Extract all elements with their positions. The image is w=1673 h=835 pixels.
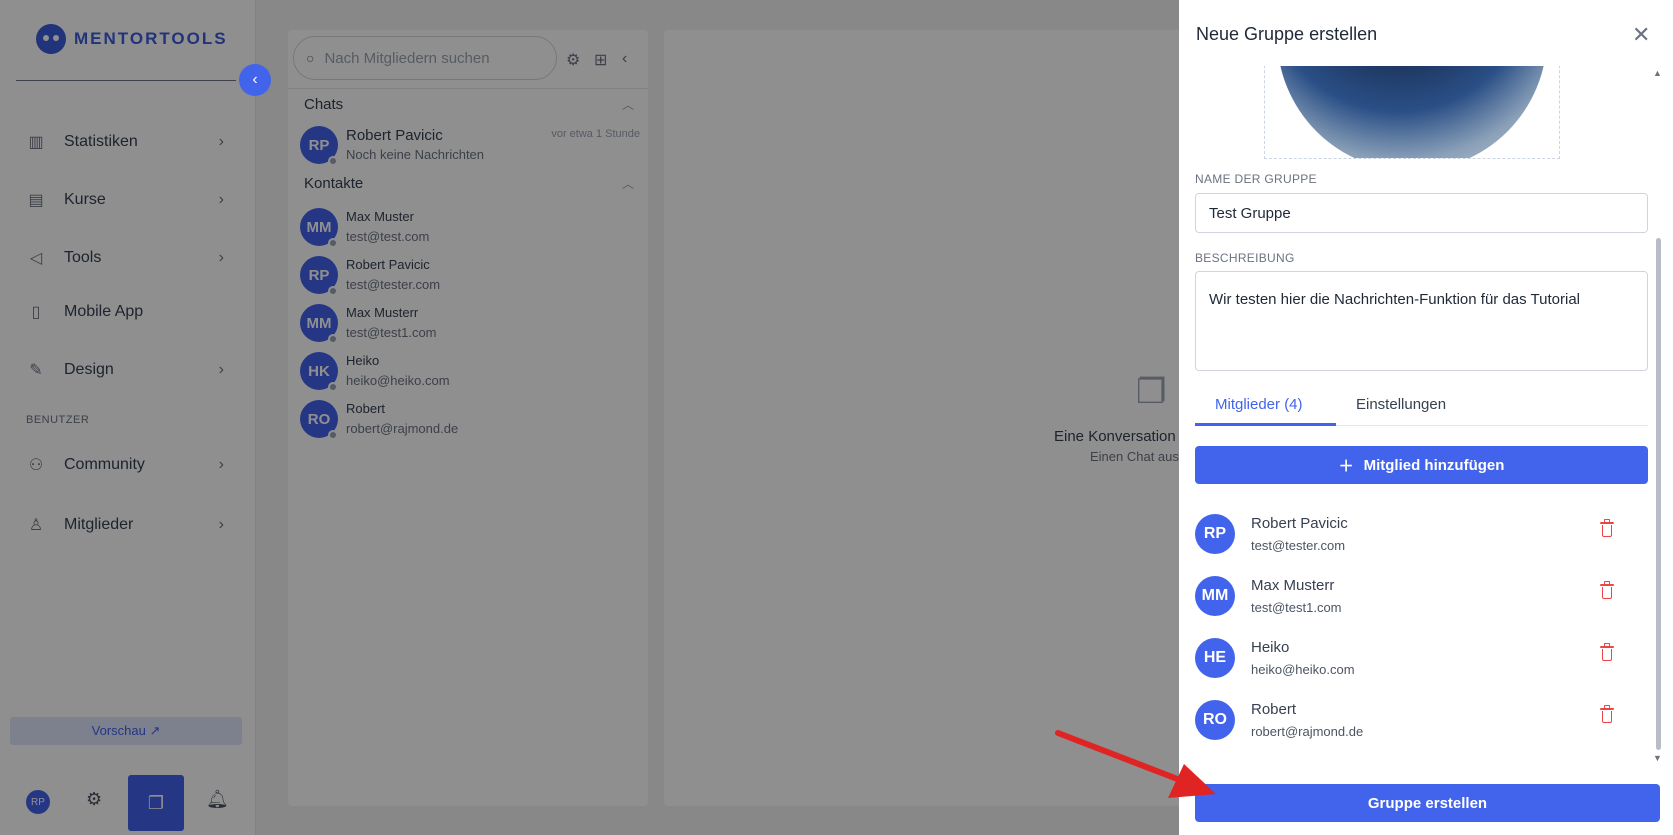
add-member-label: Mitglied hinzufügen — [1363, 456, 1505, 474]
member-row: RO Robert robert@rajmond.de — [1195, 698, 1635, 742]
add-member-button[interactable]: ＋ Mitglied hinzufügen — [1195, 446, 1648, 484]
trash-icon[interactable] — [1600, 581, 1614, 600]
member-email: robert@rajmond.de — [1251, 724, 1364, 739]
scroll-down-arrow[interactable]: ▼ — [1653, 753, 1662, 763]
trash-icon[interactable] — [1600, 519, 1614, 538]
trash-icon[interactable] — [1600, 705, 1614, 724]
member-name: Max Musterr — [1251, 577, 1335, 594]
close-icon[interactable]: ✕ — [1632, 22, 1650, 48]
trash-icon[interactable] — [1600, 643, 1614, 662]
tab-settings[interactable]: Einstellungen — [1356, 396, 1446, 413]
scroll-up-arrow[interactable]: ▲ — [1653, 68, 1662, 78]
annotation-arrow — [1055, 730, 1216, 798]
create-group-drawer: Neue Gruppe erstellen ✕ NAME DER GRUPPE … — [1179, 0, 1673, 835]
create-group-button[interactable]: Gruppe erstellen — [1195, 784, 1660, 822]
member-row: RP Robert Pavicic test@tester.com — [1195, 512, 1635, 556]
description-label: BESCHREIBUNG — [1195, 251, 1295, 265]
sidebar-collapse-button[interactable]: ‹ — [239, 64, 271, 96]
group-name-label: NAME DER GRUPPE — [1195, 172, 1317, 186]
member-email: test@tester.com — [1251, 538, 1346, 553]
description-textarea[interactable]: Wir testen hier die Nachrichten-Funktion… — [1195, 271, 1648, 371]
member-email: test@test1.com — [1251, 600, 1342, 615]
member-name: Heiko — [1251, 639, 1290, 656]
member-name: Robert Pavicic — [1251, 515, 1348, 532]
group-name-input[interactable]: Test Gruppe — [1195, 193, 1648, 233]
active-tab-indicator — [1195, 423, 1336, 426]
drawer-title: Neue Gruppe erstellen — [1196, 24, 1378, 44]
scrollbar[interactable] — [1656, 238, 1661, 750]
plus-icon: ＋ — [1338, 457, 1354, 475]
avatar: MM — [1195, 576, 1235, 616]
member-name: Robert — [1251, 701, 1297, 718]
tab-bar: Mitglieder (4) Einstellungen — [1195, 390, 1648, 426]
member-row: HE Heiko heiko@heiko.com — [1195, 636, 1635, 680]
drawer-header: Neue Gruppe erstellen ✕ — [1179, 0, 1673, 66]
avatar: HE — [1195, 638, 1235, 678]
member-row: MM Max Musterr test@test1.com — [1195, 574, 1635, 618]
tab-members[interactable]: Mitglieder (4) — [1215, 396, 1303, 413]
avatar: RP — [1195, 514, 1235, 554]
chevron-left-icon: ‹ — [252, 71, 258, 88]
member-email: heiko@heiko.com — [1251, 662, 1355, 677]
